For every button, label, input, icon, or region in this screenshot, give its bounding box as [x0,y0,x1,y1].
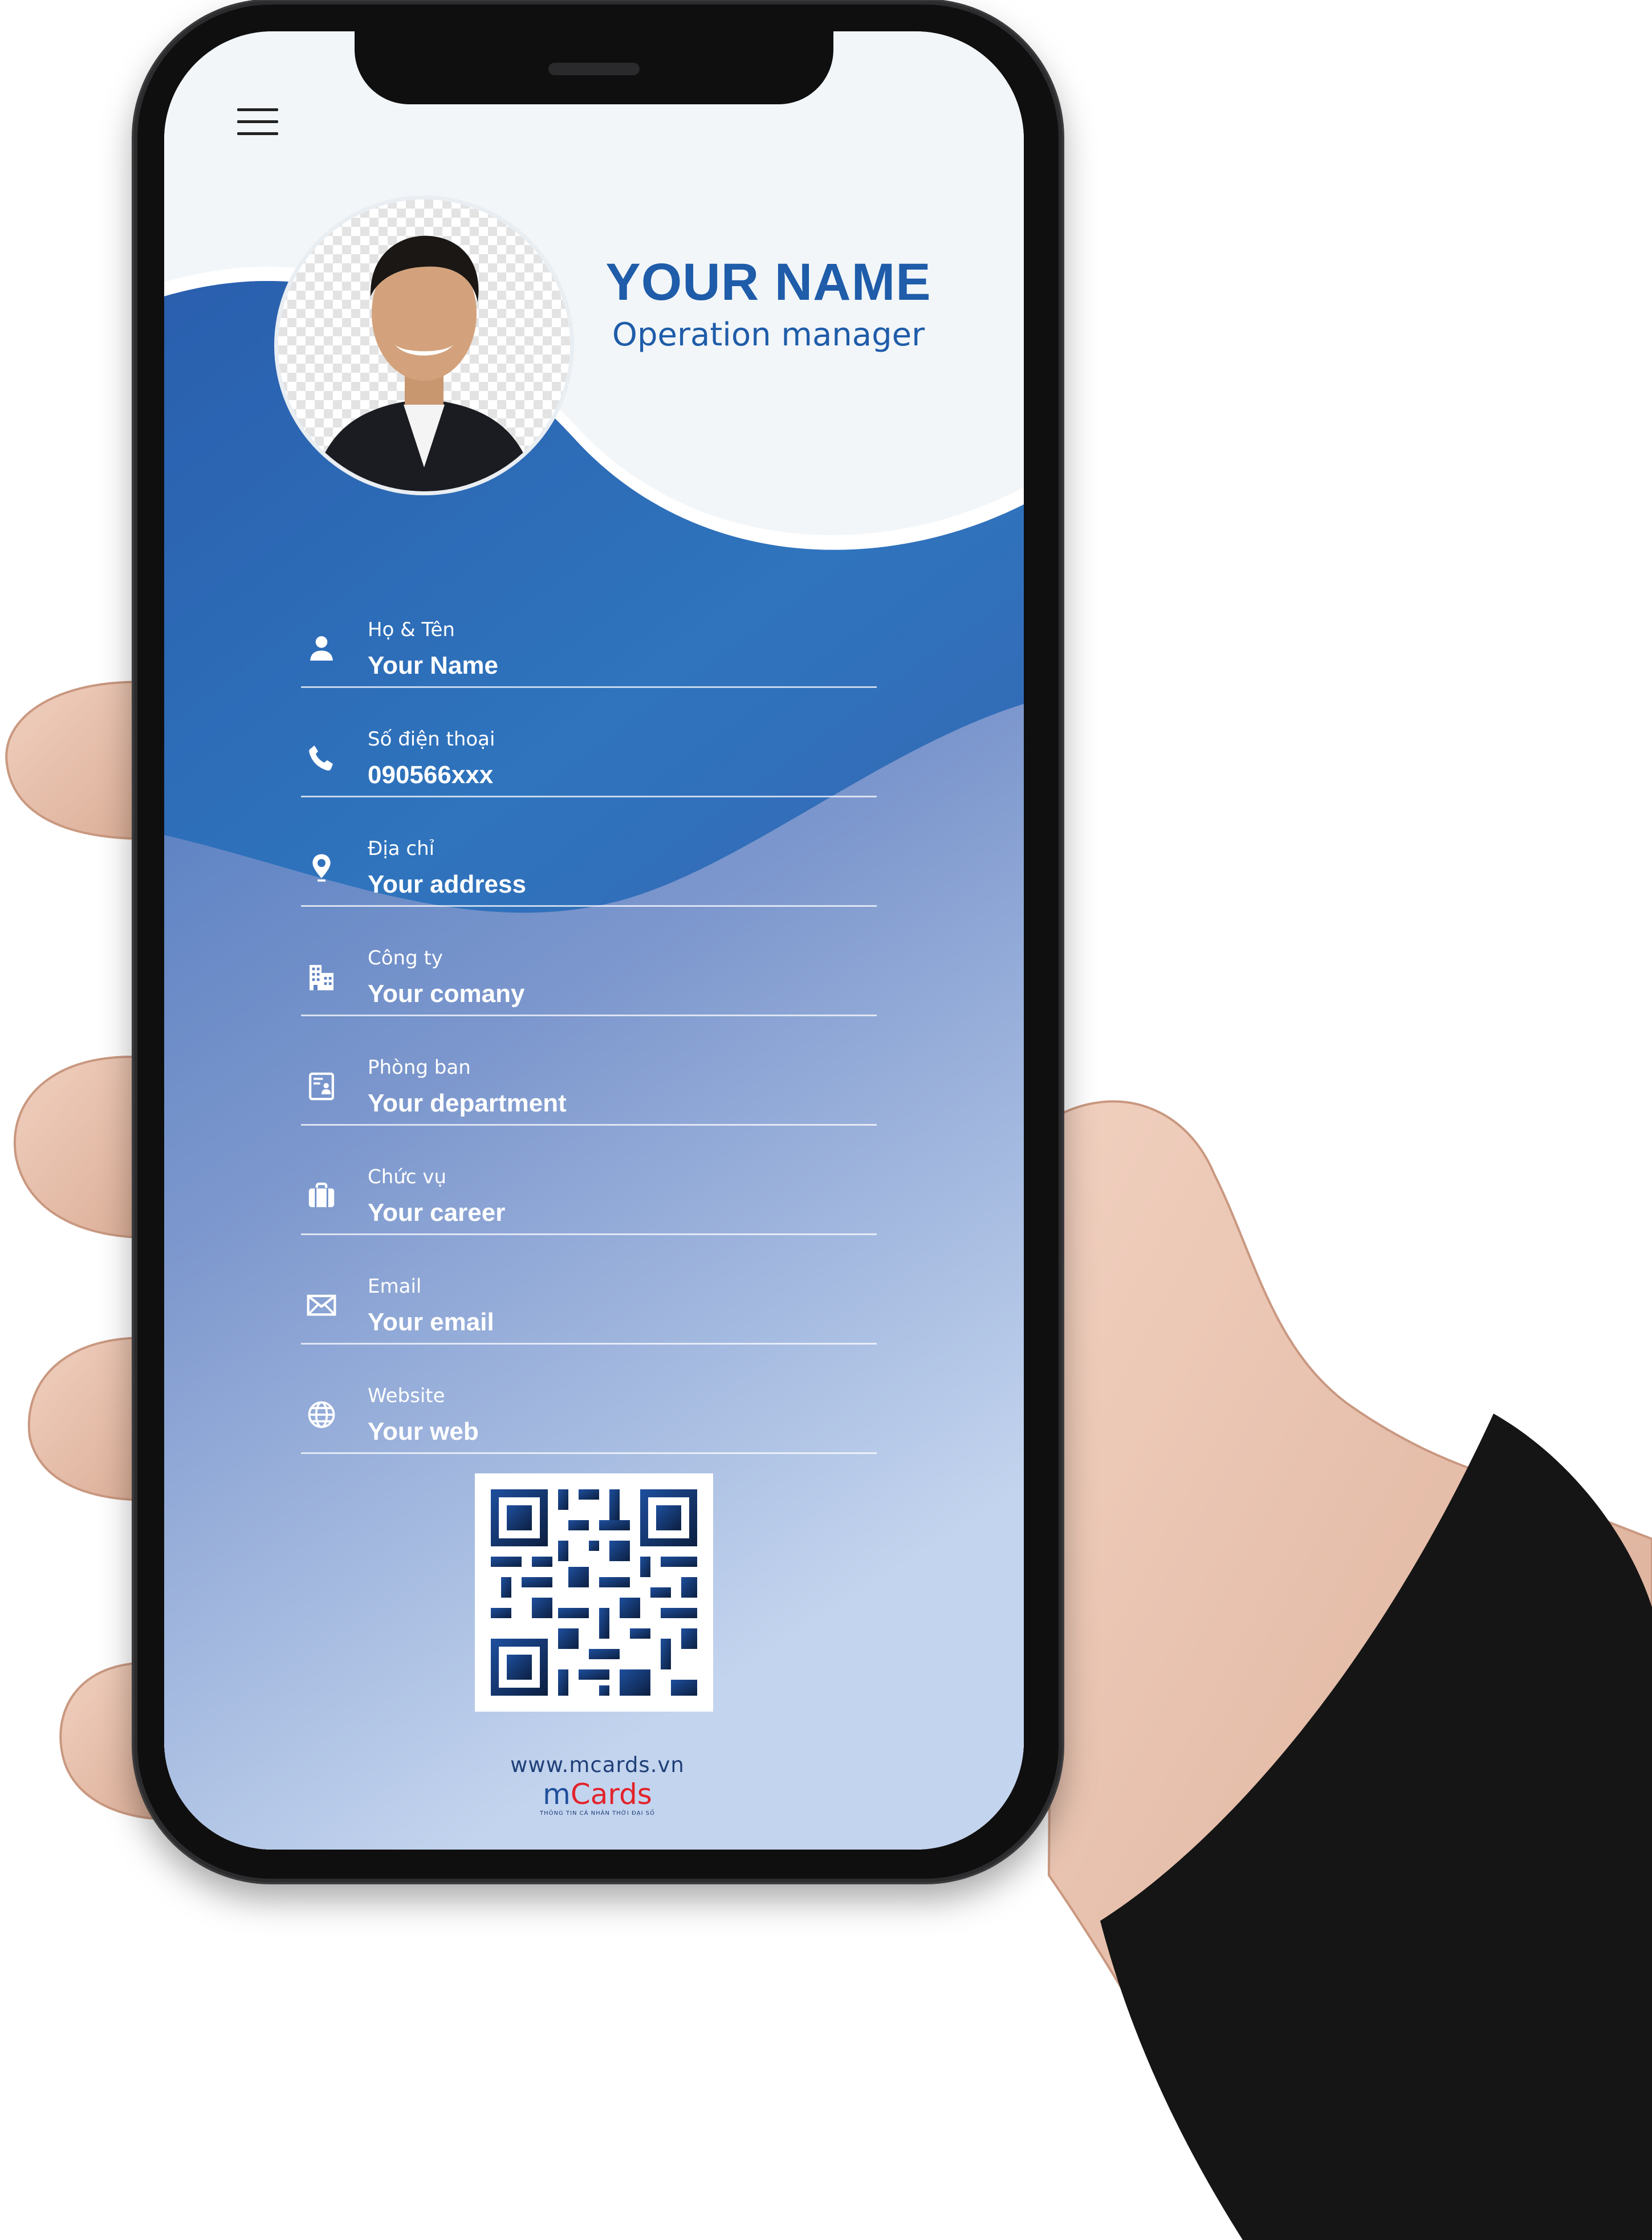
briefcase-icon [306,1180,337,1212]
field-full-name[interactable]: Họ & Tên Your Name [301,579,877,688]
field-label: Chức vụ [368,1166,447,1188]
phone-speaker [548,63,640,75]
globe-icon [306,1399,337,1431]
field-label: Email [368,1275,422,1298]
person-icon [306,633,337,665]
envelope-icon [306,1289,337,1321]
field-email[interactable]: Email Your email [301,1235,877,1345]
hamburger-menu-icon[interactable] [237,108,278,136]
phone-screen: YOUR NAME Operation manager Họ & Tên You… [164,31,1024,1850]
profile-name: YOUR NAME [605,253,931,311]
mcards-logo: mCards [543,1778,652,1811]
phone-icon [306,742,337,774]
field-address[interactable]: Địa chỉ Your address [301,797,877,907]
field-website[interactable]: Website Your web [301,1345,877,1454]
field-position[interactable]: Chức vụ Your career [301,1126,877,1235]
field-value: Your web [368,1418,479,1445]
field-value: Your department [368,1089,567,1117]
field-label: Họ & Tên [368,618,455,641]
field-label: Số điện thoại [368,728,495,751]
brand-url[interactable]: www.mcards.vn [449,1753,746,1777]
field-phone[interactable]: Số điện thoại 090566xxx [301,688,877,797]
profile-avatar [278,199,570,491]
contact-fields: Họ & Tên Your Name Số điện thoại 090566x… [301,579,877,1454]
field-label: Phòng ban [368,1056,471,1079]
field-company[interactable]: Công ty Your comany [301,907,877,1016]
qr-code[interactable] [475,1473,713,1712]
location-pin-icon [306,852,337,883]
field-value: Your comany [368,980,525,1008]
field-value: Your Name [368,651,499,679]
field-value: Your email [368,1308,494,1336]
field-value: Your career [368,1199,506,1227]
id-badge-icon [306,1070,337,1102]
brand-tagline: THÔNG TIN CÁ NHÂN THỜI ĐẠI SỐ [540,1810,655,1817]
brand-footer: www.mcards.vn mCards THÔNG TIN CÁ NHÂN T… [449,1753,746,1817]
field-label: Website [368,1384,445,1407]
field-department[interactable]: Phòng ban Your department [301,1016,877,1126]
field-value: 090566xxx [368,761,494,789]
profile-title: Operation manager [612,316,925,353]
profile-header: YOUR NAME Operation manager [597,251,939,357]
field-value: Your address [368,870,526,898]
field-label: Địa chỉ [368,837,435,860]
building-icon [306,961,337,993]
field-label: Công ty [368,947,443,970]
